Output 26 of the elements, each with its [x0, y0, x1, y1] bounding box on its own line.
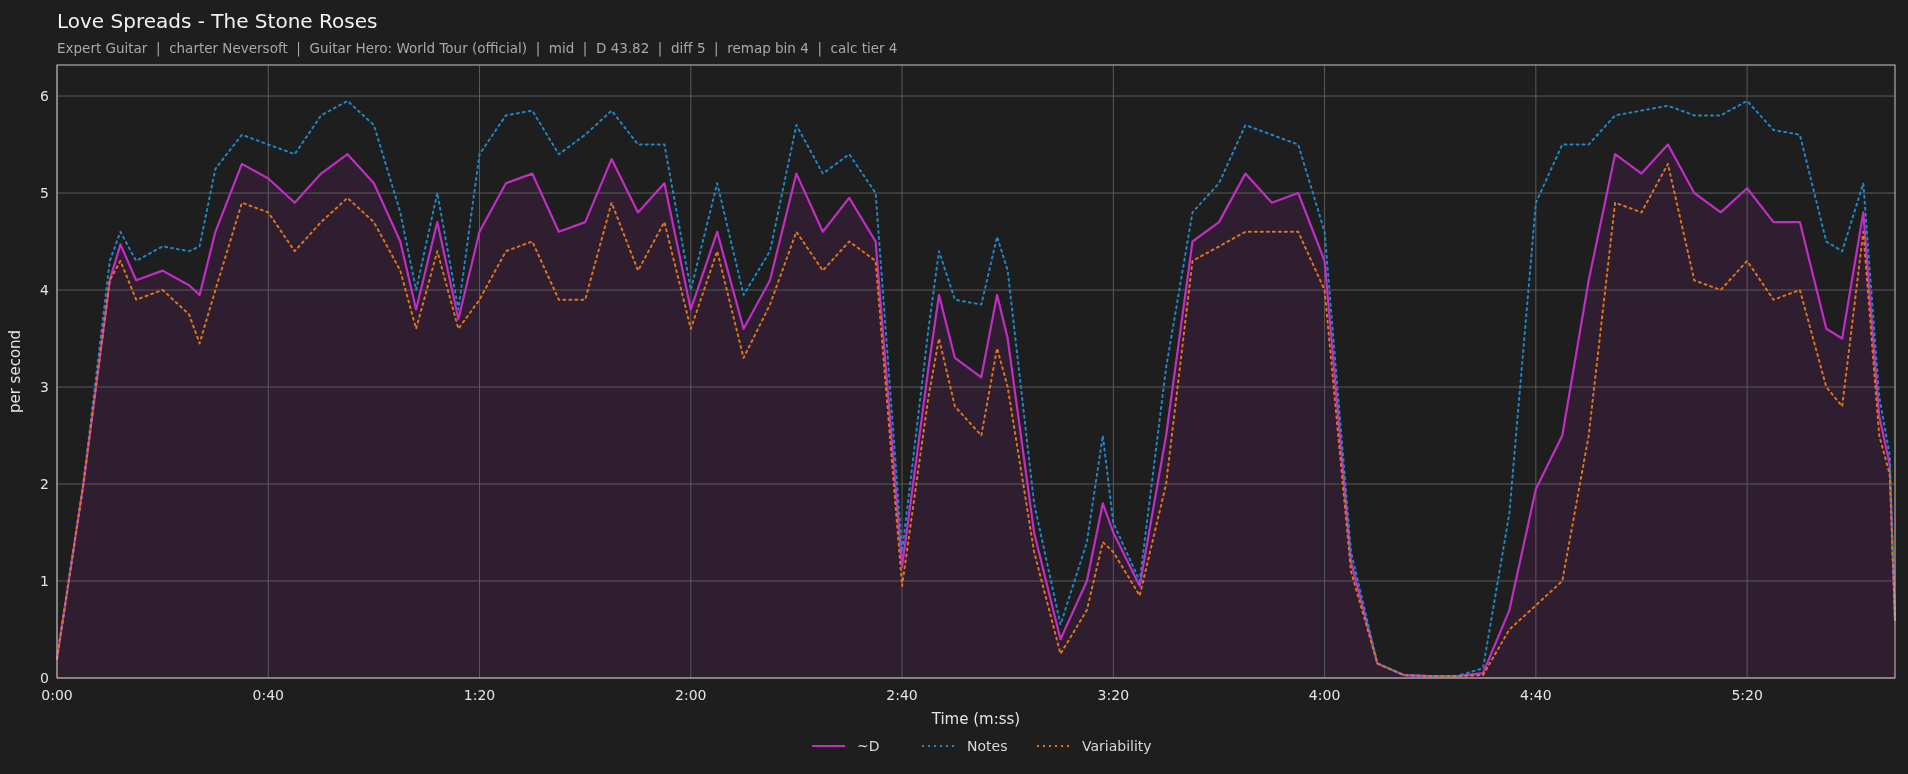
tick-label: 4:40 — [1520, 687, 1552, 703]
tick-label: 1 — [40, 573, 49, 589]
tick-label: 0:40 — [252, 687, 284, 703]
tick-label: 4:00 — [1308, 687, 1341, 703]
tick-label: 0:00 — [41, 687, 73, 703]
legend-swatch — [812, 744, 845, 748]
axis-title: Time (m:ss) — [931, 710, 1021, 728]
legend-swatch — [922, 744, 955, 748]
legend-label: ~D — [857, 738, 880, 754]
tick-label: 0 — [40, 670, 49, 686]
tick-label: 5 — [40, 185, 49, 202]
tick-label: 2:00 — [675, 687, 707, 703]
tick-label: 5:20 — [1731, 687, 1763, 703]
chart-title: Love Spreads - The Stone Roses — [57, 8, 378, 34]
legend-label: Variability — [1082, 738, 1152, 754]
chart-subtitle: Expert Guitar | charter Neversoft | Guitar Hero: World Tour (official) | mid | D 43.82 | diff 5 | remap bin 4 | calc tier 4 — [57, 39, 898, 58]
tick-label: 6 — [40, 88, 49, 105]
tick-label: 3:20 — [1097, 687, 1130, 703]
legend-swatch — [1037, 744, 1070, 748]
axis-title: per second — [6, 329, 24, 414]
tick-label: 3 — [40, 379, 49, 395]
tick-label: 2 — [40, 476, 49, 492]
tick-label: 2:40 — [886, 687, 918, 703]
tick-label: 4 — [40, 282, 49, 299]
legend-label: Notes — [967, 738, 1008, 754]
tick-label: 1:20 — [463, 687, 496, 703]
